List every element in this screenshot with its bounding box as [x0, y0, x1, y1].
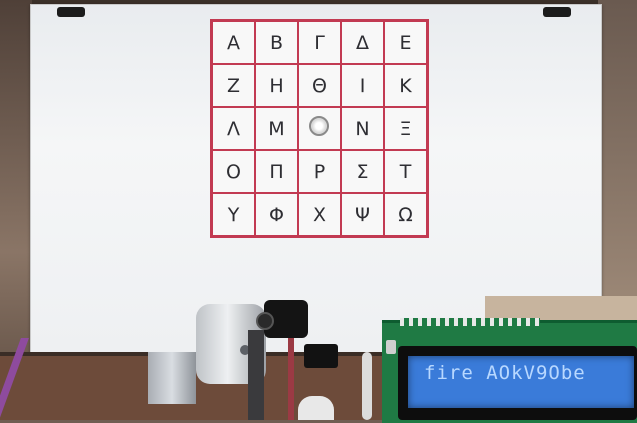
board-clip-right — [543, 7, 571, 17]
grid-cell: Ν — [341, 107, 384, 150]
grid-cell: Ω — [384, 193, 427, 236]
grid-cell: Ο — [212, 150, 255, 193]
grid-cell: Ξ — [384, 107, 427, 150]
grid-cell: Β — [255, 21, 298, 64]
grid-cell: Κ — [384, 64, 427, 107]
grid-cell: Θ — [298, 64, 341, 107]
header-pins — [400, 318, 540, 326]
grid-cell: Η — [255, 64, 298, 107]
grid-cell: Σ — [341, 150, 384, 193]
laser-lens-icon — [256, 312, 274, 330]
grid-cell: Ζ — [212, 64, 255, 107]
grid-cell: Δ — [341, 21, 384, 64]
board-clip-left — [57, 7, 85, 17]
white-wire — [362, 352, 372, 420]
turret-mount — [148, 352, 196, 404]
laser-dot-icon — [309, 116, 329, 136]
grid-cell: Γ — [298, 21, 341, 64]
grid-cell: Ρ — [298, 150, 341, 193]
grid-cell: Τ — [384, 150, 427, 193]
grid-cell: Χ — [298, 193, 341, 236]
grid-cell: Μ — [255, 107, 298, 150]
grid-cell: Λ — [212, 107, 255, 150]
grid-cell: Π — [255, 150, 298, 193]
lcd-screen: fire AOkV9Obe — [408, 356, 634, 408]
capacitor — [386, 340, 396, 354]
grid-cell: Α — [212, 21, 255, 64]
grid-cell: Φ — [255, 193, 298, 236]
grid-cell: Ι — [341, 64, 384, 107]
lcd-text: fire AOkV9Obe — [424, 362, 586, 384]
connector-block — [304, 344, 338, 368]
red-wire — [288, 338, 294, 420]
grid-cell: Ε — [384, 21, 427, 64]
white-knob — [298, 396, 334, 420]
grid-cell: Υ — [212, 193, 255, 236]
turret-arm — [248, 330, 264, 420]
grid-cell: Ψ — [341, 193, 384, 236]
